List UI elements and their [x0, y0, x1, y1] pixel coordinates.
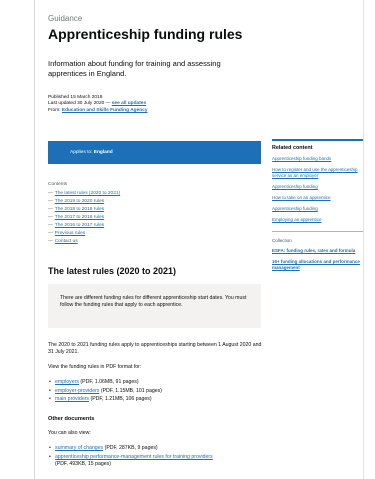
list-item: How to take on an apprentice — [272, 195, 363, 201]
list-item: summary of changes (PDF, 287KB, 9 pages) — [48, 445, 270, 453]
page: Guidance Apprenticeship funding rules In… — [0, 0, 375, 479]
list-item: Apprenticeship funding — [272, 184, 363, 190]
contents-link-2017-2018[interactable]: The 2017 to 2018 rules — [55, 215, 104, 220]
list-item: employers (PDF, 1.06MB, 91 pages) — [48, 378, 270, 387]
applies-to-banner: Applies to: England — [48, 141, 261, 164]
dash-icon: — — [48, 207, 53, 212]
inset-text: There are different funding rules for di… — [60, 295, 247, 309]
pdf-details: (PDF, 1.21MB, 106 pages) — [90, 396, 152, 403]
list-item: ESFA: funding rules, rates and formula — [272, 248, 363, 254]
pdf-details: (PDF, 1.06MB, 91 pages) — [80, 379, 139, 385]
list-item: Apprenticeship funding — [272, 206, 363, 212]
section-title-latest-rules: The latest rules (2020 to 2021) — [48, 266, 177, 276]
other-documents-intro: You can also view: — [48, 430, 91, 436]
see-all-updates-link[interactable]: see all updates — [112, 101, 146, 106]
page-border-left — [34, 0, 35, 479]
collection-link-allocations[interactable]: 16+ funding allocations and performance … — [272, 259, 360, 270]
related-link-register-service[interactable]: How to register and use the apprenticesh… — [272, 167, 358, 178]
other-documents-list: summary of changes (PDF, 287KB, 9 pages)… — [48, 445, 270, 469]
dash-icon: — — [48, 239, 53, 244]
contents-link-previous-rules[interactable]: Previous rules — [55, 231, 85, 236]
list-item: 16+ funding allocations and performance … — [272, 259, 363, 271]
main-providers-pdf-link[interactable]: main providers — [55, 396, 89, 402]
contents-item: — The latest rules (2020 to 2021) — [48, 190, 248, 198]
dash-icon: — — [48, 199, 53, 204]
document-type-label: Guidance — [48, 14, 83, 23]
dash-icon: — — [48, 191, 53, 196]
contents-link-2018-2019[interactable]: The 2018 to 2019 rules — [55, 207, 104, 212]
list-item: main providers (PDF, 1.21MB, 106 pages) — [48, 395, 270, 404]
applies-to-value: England — [93, 150, 113, 155]
applies-to-label: Applies to: — [70, 150, 93, 155]
pdf-details: (PDF, 493KB, 15 pages) — [55, 461, 111, 468]
from-label: From: — [48, 107, 61, 113]
related-link-employing-apprentice[interactable]: Employing an apprentice — [272, 217, 322, 222]
collection-rule — [272, 231, 363, 232]
publication-metadata: Published 15 March 2019 Last updated 30 … — [48, 95, 270, 114]
latest-rules-intro: The 2020 to 2021 funding rules apply to … — [48, 342, 262, 356]
page-title: Apprenticeship funding rules — [48, 26, 243, 42]
page-header: Guidance Apprenticeship funding rules In… — [48, 14, 270, 114]
related-link-apprenticeship-funding[interactable]: Apprenticeship funding — [272, 184, 318, 189]
contents-item: — The 2017 to 2018 rules — [48, 214, 248, 222]
pdf-details: (PDF, 287KB, 9 pages) — [104, 445, 158, 451]
page-summary: Information about funding for training a… — [48, 59, 221, 78]
contents-link-contact-us[interactable]: Contact us — [55, 239, 78, 244]
summary-of-changes-link[interactable]: summary of changes — [55, 445, 103, 451]
contents-link-latest-rules[interactable]: The latest rules (2020 to 2021) — [55, 191, 120, 196]
contents-item: — Previous rules — [48, 230, 248, 238]
contents-item: — Contact us — [48, 238, 248, 246]
related-link-take-on-apprentice[interactable]: How to take on an apprentice — [272, 195, 331, 200]
pdf-details: (PDF, 1.15MB, 101 pages) — [100, 387, 162, 394]
related-link-apprenticeship-funding-2[interactable]: Apprenticeship funding — [272, 206, 318, 211]
employers-pdf-link[interactable]: employers — [55, 379, 79, 385]
funding-rules-pdf-list: employers (PDF, 1.06MB, 91 pages) employ… — [48, 378, 270, 404]
dash-icon: — — [48, 231, 53, 236]
contents-item: — The 2018 to 2019 rules — [48, 206, 248, 214]
view-rules-text: View the funding rules in PDF format for… — [48, 364, 142, 370]
related-content-rule — [272, 139, 363, 141]
list-item: How to register and use the apprenticesh… — [272, 167, 363, 179]
performance-management-rules-link[interactable]: apprenticeship performance-management ru… — [55, 454, 213, 460]
contents-item: — The 2019 to 2020 rules — [48, 198, 248, 206]
other-documents-heading: Other documents — [48, 416, 95, 422]
list-item: Employing an apprentice — [272, 217, 363, 223]
contents-list: Contents — The latest rules (2020 to 2021… — [48, 181, 248, 246]
page-border-right — [363, 0, 364, 479]
contents-link-2019-2020[interactable]: The 2019 to 2020 rules — [55, 199, 104, 204]
collection-heading: Collection — [272, 238, 292, 243]
list-item: apprenticeship performance-management ru… — [48, 454, 270, 469]
updated-date: Last updated 30 July 2020 — — [48, 101, 111, 107]
organisation-link[interactable]: Education and Skills Funding Agency — [62, 108, 148, 113]
related-content-sidebar: Related content Apprenticeship funding b… — [272, 139, 363, 276]
collection-link-funding-rules[interactable]: ESFA: funding rules, rates and formula — [272, 248, 355, 253]
employer-providers-pdf-link[interactable]: employer-providers — [55, 388, 99, 394]
contents-item: — The 2016 to 2017 rules — [48, 222, 248, 230]
dash-icon: — — [48, 215, 53, 220]
related-link-funding-bands[interactable]: Apprenticeship funding bands — [272, 156, 331, 161]
related-content-heading: Related content — [272, 145, 313, 151]
list-item: employer-providers (PDF, 1.15MB, 101 pag… — [48, 387, 270, 396]
from-line: From: Education and Skills Funding Agenc… — [48, 108, 270, 114]
contents-link-2016-2017[interactable]: The 2016 to 2017 rules — [55, 223, 104, 228]
inset-notice: There are different funding rules for di… — [48, 284, 261, 328]
dash-icon: — — [48, 223, 53, 228]
list-item: Apprenticeship funding bands — [272, 156, 363, 162]
contents-heading: Contents — [48, 182, 68, 187]
